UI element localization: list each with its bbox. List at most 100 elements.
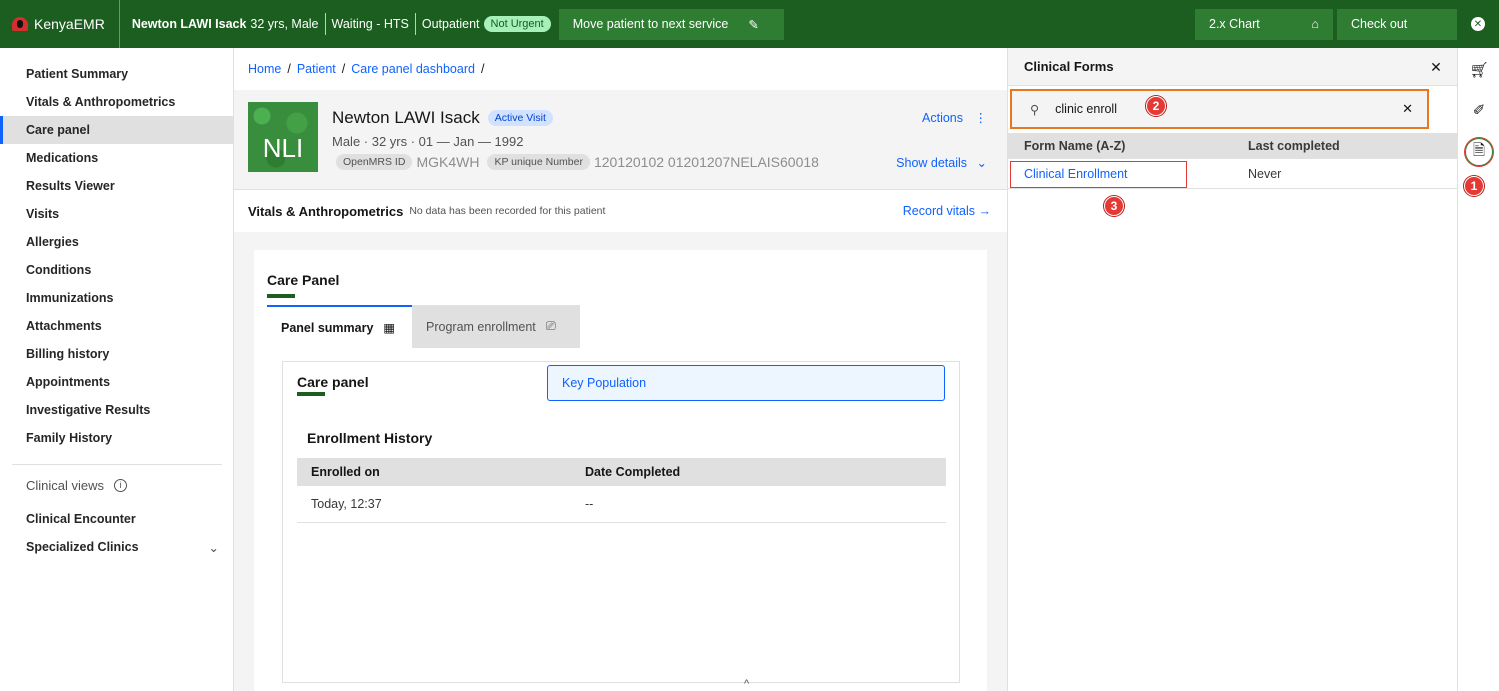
app-brand[interactable]: KenyaEMR xyxy=(0,0,120,48)
move-patient-button[interactable]: Move patient to next service ✎ xyxy=(558,8,784,40)
breadcrumb-care-panel[interactable]: Care panel dashboard xyxy=(351,62,475,76)
patient-banner-name-row: Newton LAWI Isack Active Visit xyxy=(332,108,553,128)
cart-icon[interactable]: 🛒︎ xyxy=(1467,58,1491,82)
date-completed-cell: -- xyxy=(585,497,594,511)
nav-list: Patient Summary Vitals & Anthropometrics C… xyxy=(0,60,233,452)
vitals-empty-note: No data has been recorded for this patie… xyxy=(409,205,606,217)
nav-item-label: Clinical Encounter xyxy=(26,512,136,526)
record-vitals-link[interactable]: Record vitals → xyxy=(903,204,991,218)
nav-item-appointments[interactable]: Appointments xyxy=(0,368,233,396)
overflow-menu-icon: ⋮ xyxy=(974,111,988,125)
patient-banner-name: Newton LAWI Isack xyxy=(332,108,480,127)
nav-item-investigative-results[interactable]: Investigative Results xyxy=(0,396,233,424)
nav-item-results-viewer[interactable]: Results Viewer xyxy=(0,172,233,200)
clinical-forms-panel: Clinical Forms ✕ ⚲ ✕ Form Name (A-Z) Las… xyxy=(1007,48,1458,691)
nav-item-billing-history[interactable]: Billing history xyxy=(0,340,233,368)
show-details-button[interactable]: Show details ⌄ xyxy=(896,155,987,170)
close-icon: ✕ xyxy=(1471,17,1485,31)
nav-item-immunizations[interactable]: Immunizations xyxy=(0,284,233,312)
breadcrumb-patient[interactable]: Patient xyxy=(297,62,336,76)
table-header: Enrolled on Date Completed xyxy=(297,458,946,486)
active-visit-badge: Active Visit xyxy=(487,110,553,126)
forms-search-input[interactable] xyxy=(1055,102,1396,116)
column-header: Enrolled on xyxy=(311,465,380,479)
nav-item-conditions[interactable]: Conditions xyxy=(0,256,233,284)
key-population-button[interactable]: Key Population xyxy=(547,365,945,401)
nav-item-label: Allergies xyxy=(26,235,79,249)
nav-item-visits[interactable]: Visits xyxy=(0,200,233,228)
checkout-label: Check out xyxy=(1351,17,1408,31)
actions-menu-button[interactable]: Actions ⋮ xyxy=(922,110,987,125)
chart-link-label: 2.x Chart xyxy=(1209,17,1260,31)
table-row: Today, 12:37 -- xyxy=(297,486,946,523)
nav-item-label: Billing history xyxy=(26,347,110,361)
info-icon[interactable]: i xyxy=(114,478,128,492)
enrollment-table: Enrolled on Date Completed Today, 12:37 … xyxy=(297,458,946,523)
left-navigation: Patient Summary Vitals & Anthropometrics C… xyxy=(0,48,234,691)
priority-badge: Not Urgent xyxy=(483,16,551,32)
nav-item-clinical-encounter[interactable]: Clinical Encounter xyxy=(0,505,233,533)
patient-demographics: Male · 32 yrs · 01 — Jan — 1992 xyxy=(332,134,524,149)
table-icon: ▦ xyxy=(383,321,396,335)
chevron-up-icon[interactable]: ^ xyxy=(744,678,749,690)
step-marker-1: 1 xyxy=(1464,176,1484,196)
visit-status: Waiting - HTS xyxy=(331,17,409,31)
column-header-form-name[interactable]: Form Name (A-Z) xyxy=(1008,139,1248,153)
column-header-last-completed: Last completed xyxy=(1248,139,1340,153)
clinical-views-label: Clinical views xyxy=(26,477,105,493)
clear-search-icon[interactable]: ✕ xyxy=(1402,101,1413,117)
close-workspace-button[interactable]: ✕ xyxy=(1457,0,1499,48)
nav-item-label: Immunizations xyxy=(26,291,114,305)
nav-item-attachments[interactable]: Attachments xyxy=(0,312,233,340)
nav-item-family-history[interactable]: Family History xyxy=(0,424,233,452)
inner-care-panel-title: Care panel xyxy=(297,374,369,390)
step-marker-3: 3 xyxy=(1104,196,1124,216)
openmrs-id-value: MGK4WH xyxy=(416,154,480,170)
nav-item-label: Investigative Results xyxy=(26,403,151,417)
breadcrumb-separator: / xyxy=(480,62,485,76)
topbar-actions: 2.x Chart ⌂ Check out ✕ xyxy=(1195,0,1499,48)
breadcrumb-home[interactable]: Home xyxy=(248,62,281,76)
right-icon-rail: 🛒︎ ✐ 🗎︎ xyxy=(1457,48,1499,691)
enrollment-history-title: Enrollment History xyxy=(307,430,433,446)
nav-item-patient-summary[interactable]: Patient Summary xyxy=(0,60,233,88)
clinical-forms-icon[interactable]: 🗎︎ xyxy=(1465,138,1493,166)
nav-item-specialized-clinics[interactable]: Specialized Clinics ⌄ xyxy=(0,533,233,561)
title-underline xyxy=(267,294,295,298)
step-marker-2: 2 xyxy=(1146,96,1166,116)
app-title: KenyaEMR xyxy=(34,16,105,32)
nav-item-allergies[interactable]: Allergies xyxy=(0,228,233,256)
nav-item-medications[interactable]: Medications xyxy=(0,144,233,172)
nav-item-label: Family History xyxy=(26,431,113,445)
patient-info: 32 yrs, Male xyxy=(250,17,319,31)
nav-item-vitals-anthropometrics[interactable]: Vitals & Anthropometrics xyxy=(0,88,233,116)
tab-panel-summary[interactable]: Panel summary ▦ xyxy=(267,305,412,348)
pen-icon[interactable]: ✐ xyxy=(1467,98,1491,122)
breadcrumb: Home / Patient / Care panel dashboard / xyxy=(234,48,1007,90)
chevron-down-icon: ⌄ xyxy=(976,156,987,170)
nav-item-label: Medications xyxy=(26,151,99,165)
breadcrumb-separator: / xyxy=(341,62,346,76)
tab-label: Panel summary xyxy=(281,320,374,335)
forms-search-box: ⚲ ✕ xyxy=(1010,89,1429,129)
vitals-header: Vitals & Anthropometrics No data has bee… xyxy=(234,190,1007,232)
visit-type: Outpatient xyxy=(421,17,480,31)
kp-number-value: 120120102 01201207NELAIS60018 xyxy=(593,154,819,170)
care-panel-title: Care Panel xyxy=(267,272,340,288)
kenyaemr-logo-icon xyxy=(12,17,28,31)
chart-link-button[interactable]: 2.x Chart ⌂ xyxy=(1195,8,1333,40)
column-header: Date Completed xyxy=(585,465,681,479)
patient-name: Newton LAWI Isack xyxy=(131,17,247,31)
last-completed-cell: Never xyxy=(1248,166,1282,181)
nav-item-care-panel[interactable]: Care panel xyxy=(0,116,233,144)
nav-item-label: Specialized Clinics xyxy=(26,540,139,554)
tab-program-enrollment[interactable]: Program enrollment ⎚ xyxy=(412,305,580,348)
pencil-icon: ✎ xyxy=(748,17,759,32)
care-panel-tabs: Panel summary ▦ Program enrollment ⎚ xyxy=(267,305,580,348)
move-patient-label: Move patient to next service xyxy=(572,17,729,31)
close-panel-button[interactable]: ✕ xyxy=(1415,48,1457,86)
record-vitals-label: Record vitals xyxy=(902,204,976,218)
top-navigation-bar: KenyaEMR Newton LAWI Isack 32 yrs, Male … xyxy=(0,0,1499,48)
tab-label: Program enrollment xyxy=(426,319,536,334)
checkout-button[interactable]: Check out xyxy=(1337,8,1457,40)
